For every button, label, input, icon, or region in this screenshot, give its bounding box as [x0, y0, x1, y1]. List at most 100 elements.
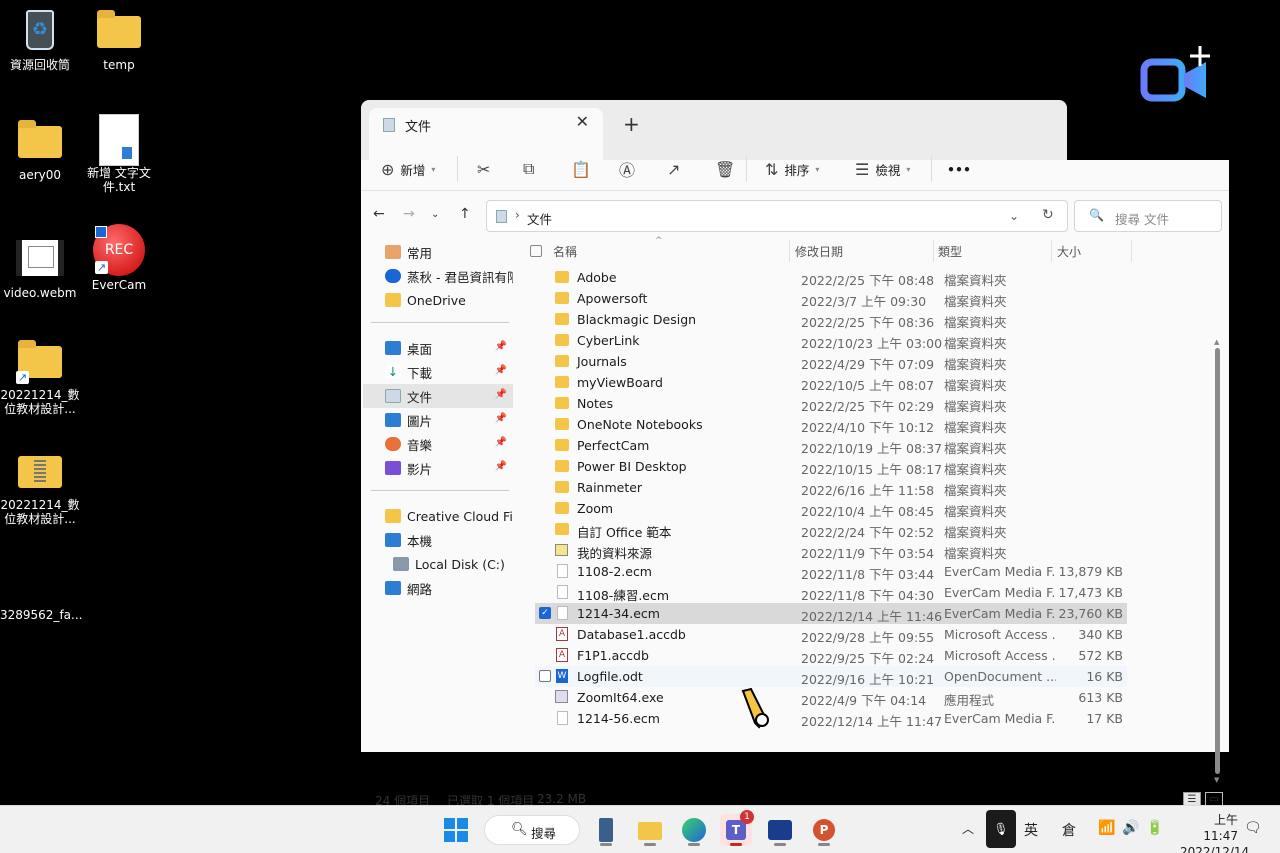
battery-icon[interactable]: 🔋 [1146, 820, 1163, 836]
column-divider[interactable] [1131, 240, 1132, 262]
breadcrumb-documents[interactable]: 文件 [527, 209, 552, 228]
sort-button[interactable]: ⇅ 排序 ▾ [765, 154, 819, 184]
taskbar-search[interactable]: 🔍︎ 搜尋 [484, 815, 580, 845]
nav-videos[interactable]: 影片 📌 [363, 456, 513, 480]
recent-locations-icon[interactable]: ⌄ [431, 209, 439, 220]
taskbar-app-teams[interactable]: T1 [720, 810, 754, 846]
tab-documents[interactable]: 文件 ✕ [369, 108, 603, 160]
new-tab-icon[interactable]: + [623, 112, 640, 136]
table-row[interactable]: myViewBoard 2022/10/5 上午 08:07 檔案資料夾 [535, 372, 1127, 393]
nav-documents[interactable]: 文件 📌 [363, 384, 513, 408]
table-row[interactable]: Power BI Desktop 2022/10/15 上午 08:17 檔案資料夾 [535, 456, 1127, 477]
search-input[interactable]: 🔍 搜尋 文件 [1074, 200, 1222, 232]
scroll-up-icon[interactable]: ▲ [1214, 338, 1219, 346]
pin-icon[interactable]: 📌 [495, 341, 507, 352]
notification-icon[interactable]: 🗨 [1244, 820, 1262, 836]
wifi-icon[interactable]: 📶 [1098, 820, 1115, 836]
table-row[interactable]: ZoomIt64.exe 2022/4/9 下午 04:14 應用程式 613 KB [535, 687, 1127, 708]
up-arrow-icon[interactable]: ↑ [459, 206, 471, 222]
taskbar-app-whiteboard[interactable] [764, 814, 796, 846]
nav-pictures[interactable]: 圖片 📌 [363, 408, 513, 432]
table-row[interactable]: 我的資料來源 2022/11/9 下午 03:54 檔案資料夾 [535, 540, 1127, 561]
desktop-temp-folder[interactable]: temp [79, 6, 159, 72]
close-tab-icon[interactable]: ✕ [576, 112, 589, 131]
desktop-video-file[interactable]: video.webm [0, 234, 80, 300]
copy-button[interactable]: ⧉ [523, 154, 534, 184]
taskbar-app-powerpoint[interactable]: P [808, 814, 840, 846]
table-row[interactable]: Notes 2022/2/25 下午 02:29 檔案資料夾 [535, 393, 1127, 414]
nav-network[interactable]: 網路 [363, 576, 513, 600]
desktop-evercam-shortcut[interactable]: REC ↗ EverCam [79, 224, 159, 292]
select-all-checkbox[interactable] [530, 245, 542, 257]
nav-downloads[interactable]: ↓ 下載 📌 [363, 360, 513, 384]
desktop-aery00-folder[interactable]: aery00 [0, 116, 80, 182]
table-row[interactable]: Rainmeter 2022/6/16 上午 11:58 檔案資料夾 [535, 477, 1127, 498]
nav-onedrive-personal[interactable]: 蒸秋 - 君邑資訊有限公司 [363, 264, 513, 288]
more-options-button[interactable]: ••• [947, 154, 971, 184]
nav-this-pc[interactable]: 本機 [363, 528, 513, 552]
table-row[interactable]: Adobe 2022/2/25 下午 08:48 檔案資料夾 [535, 267, 1127, 288]
pin-icon[interactable]: 📌 [495, 365, 507, 376]
table-row[interactable]: Blackmagic Design 2022/2/25 下午 08:36 檔案資料夾 [535, 309, 1127, 330]
desktop-folder-shortcut[interactable]: ↗ 20221214_數位教材設計... [0, 336, 80, 416]
column-size[interactable]: 大小 [1057, 243, 1081, 260]
new-button[interactable]: ⊕ 新增 ▾ [381, 154, 435, 184]
table-row[interactable]: Apowersoft 2022/3/7 上午 09:30 檔案資料夾 [535, 288, 1127, 309]
table-row[interactable]: PerfectCam 2022/10/19 上午 08:37 檔案資料夾 [535, 435, 1127, 456]
share-button[interactable]: ↗ [667, 154, 680, 184]
row-checkbox[interactable] [539, 670, 551, 682]
volume-icon[interactable]: 🔊 [1122, 820, 1139, 836]
address-bar[interactable]: › 文件 ⌄ ↻ [486, 200, 1068, 232]
pin-icon[interactable]: 📌 [495, 461, 507, 472]
back-arrow-icon[interactable]: ← [373, 206, 385, 222]
column-divider[interactable] [933, 240, 934, 262]
nav-music[interactable]: 音樂 📌 [363, 432, 513, 456]
start-button[interactable] [444, 818, 468, 842]
microphone-button[interactable]: 🎙 [986, 810, 1016, 848]
delete-button[interactable]: 🗑 [715, 154, 735, 184]
ime-mode-indicator[interactable]: 倉 [1062, 820, 1076, 840]
table-row[interactable]: 自訂 Office 範本 2022/2/24 下午 02:52 檔案資料夾 [535, 519, 1127, 540]
table-row[interactable]: 1108-練習.ecm 2022/11/8 下午 04:30 EverCam Med… [535, 582, 1127, 603]
nav-desktop[interactable]: 桌面 📌 [363, 336, 513, 360]
taskbar-clock[interactable]: 上午 11:47 2022/12/14 [1180, 812, 1249, 853]
nav-home[interactable]: 常用 [363, 240, 513, 264]
table-row[interactable]: 1108-2.ecm 2022/11/8 下午 03:44 EverCam Medi… [535, 561, 1127, 582]
vertical-scrollbar[interactable] [1215, 348, 1220, 774]
desktop-zip-folder[interactable]: 20221214_數位教材設計... [0, 446, 80, 526]
pin-icon[interactable]: 📌 [495, 413, 507, 424]
table-row[interactable]: ✓ 1214-34.ecm 2022/12/14 上午 11:46 EverCam M… [535, 603, 1127, 624]
desktop-file-fa[interactable]: 3289562_fa... [0, 608, 82, 622]
nav-onedrive[interactable]: OneDrive [363, 288, 513, 312]
pin-icon[interactable]: 📌 [495, 389, 507, 400]
table-row[interactable]: A F1P1.accdb 2022/9/25 下午 02:24 Microsoft A… [535, 645, 1127, 666]
desktop-recycle-bin[interactable]: ♻ 資源回收筒 [0, 6, 80, 72]
table-row[interactable]: CyberLink 2022/10/23 上午 03:00 檔案資料夾 [535, 330, 1127, 351]
cut-button[interactable]: ✂ [477, 154, 490, 184]
taskbar-app-file-explorer[interactable] [634, 814, 666, 846]
video-capture-icon[interactable] [1140, 44, 1220, 104]
paste-button[interactable]: 📋 [571, 154, 591, 184]
pin-icon[interactable]: 📌 [495, 437, 507, 448]
column-divider[interactable] [789, 240, 790, 262]
table-row[interactable]: Journals 2022/4/29 下午 07:09 檔案資料夾 [535, 351, 1127, 372]
column-divider[interactable] [1051, 240, 1052, 262]
row-checkbox[interactable]: ✓ [539, 607, 551, 619]
show-hidden-icons[interactable]: ︿ [962, 820, 974, 837]
refresh-icon[interactable]: ↻ [1042, 207, 1054, 223]
table-row[interactable]: OneNote Notebooks 2022/4/10 下午 10:12 檔案資料夾 [535, 414, 1127, 435]
table-row[interactable]: 1214-56.ecm 2022/12/14 上午 11:47 EverCam Me… [535, 708, 1127, 729]
forward-arrow-icon[interactable]: → [403, 206, 415, 222]
table-row[interactable]: Zoom 2022/10/4 上午 08:45 檔案資料夾 [535, 498, 1127, 519]
chevron-down-icon[interactable]: ⌄ [1009, 209, 1019, 223]
rename-button[interactable]: Ⓐ [619, 154, 635, 184]
column-type[interactable]: 類型 [938, 243, 962, 260]
column-name[interactable]: 名稱 [553, 243, 577, 260]
taskbar-app-edge[interactable] [678, 814, 710, 846]
taskbar-app-tablet[interactable] [590, 814, 622, 846]
desktop-new-text-file[interactable]: 新增 文字文件.txt [79, 114, 159, 194]
scroll-down-icon[interactable]: ▼ [1214, 776, 1219, 784]
table-row[interactable]: A Database1.accdb 2022/9/28 上午 09:55 Micros… [535, 624, 1127, 645]
column-date[interactable]: 修改日期 [795, 243, 843, 260]
nav-creative-cloud[interactable]: Creative Cloud Files [363, 504, 513, 528]
